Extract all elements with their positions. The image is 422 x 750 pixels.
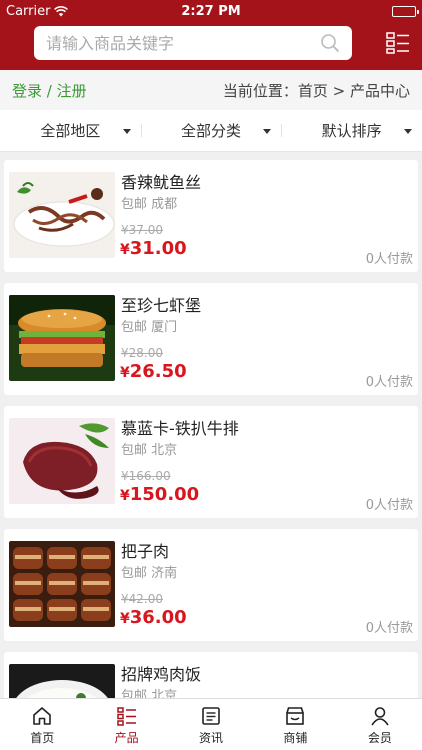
shop-icon — [286, 707, 305, 725]
product-card[interactable]: 至珍七虾堡 包邮 厦门 ¥28.00 ¥26.50 0人付款 — [4, 283, 418, 395]
tab-member[interactable]: 会员 — [338, 699, 422, 750]
status-bar: Carrier 2:27 PM — [0, 0, 422, 22]
original-price: ¥42.00 — [121, 592, 163, 606]
caret-down-icon — [122, 128, 131, 134]
breadcrumb: 登录 / 注册 当前位置：首页 > 产品中心 — [0, 70, 422, 110]
search-icon[interactable] — [320, 33, 340, 53]
original-price: ¥28.00 — [121, 346, 163, 360]
header: Carrier 2:27 PM — [0, 0, 422, 70]
status-time: 2:27 PM — [181, 3, 241, 19]
filter-bar: 全部地区 全部分类 默认排序 — [0, 110, 422, 152]
bottom-tab-bar: 首页 产品 资讯 商铺 会员 — [0, 698, 422, 750]
paid-count: 0人付款 — [365, 375, 413, 390]
current-location: 当前位置：首页 > 产品中心 — [222, 81, 410, 100]
caret-down-icon — [404, 128, 413, 134]
current-price: ¥26.50 — [120, 361, 187, 382]
search-input[interactable] — [46, 33, 320, 53]
tab-products[interactable]: 产品 — [84, 699, 168, 750]
product-tags: 包邮 北京 — [121, 443, 178, 458]
product-image — [9, 295, 115, 381]
product-name[interactable]: 慕蓝卡-铁扒牛排 — [121, 415, 239, 439]
product-image — [9, 418, 115, 504]
battery-icon — [392, 5, 419, 17]
product-name[interactable]: 把子肉 — [121, 538, 169, 562]
current-price: ¥150.00 — [120, 484, 200, 505]
tab-news[interactable]: 资讯 — [169, 699, 253, 750]
paid-count: 0人付款 — [365, 621, 413, 636]
product-list-icon — [116, 707, 136, 726]
paid-count: 0人付款 — [365, 498, 413, 513]
filter-region[interactable]: 全部地区 — [0, 120, 141, 141]
current-price: ¥31.00 — [120, 238, 187, 259]
filter-category[interactable]: 全部分类 — [140, 120, 282, 141]
original-price: ¥37.00 — [121, 223, 163, 237]
news-icon — [202, 707, 220, 725]
tab-home[interactable]: 首页 — [0, 699, 84, 750]
category-menu-icon[interactable] — [386, 31, 410, 55]
product-name[interactable]: 香辣鱿鱼丝 — [121, 169, 201, 193]
product-image — [9, 541, 115, 627]
filter-sort[interactable]: 默认排序 — [281, 120, 422, 141]
member-icon — [371, 707, 389, 726]
product-card[interactable]: 把子肉 包邮 济南 ¥42.00 ¥36.00 0人付款 — [4, 529, 418, 641]
search-box[interactable] — [34, 26, 352, 60]
product-card[interactable]: 香辣鱿鱼丝 包邮 成都 ¥37.00 ¥31.00 0人付款 — [4, 160, 418, 272]
original-price: ¥166.00 — [121, 469, 171, 483]
product-image — [9, 172, 115, 258]
product-name[interactable]: 至珍七虾堡 — [121, 292, 201, 316]
product-card[interactable]: 慕蓝卡-铁扒牛排 包邮 北京 ¥166.00 ¥150.00 0人付款 — [4, 406, 418, 518]
product-tags: 包邮 成都 — [121, 197, 178, 212]
product-tags: 包邮 厦门 — [121, 320, 178, 335]
home-icon — [33, 707, 52, 725]
product-tags: 包邮 济南 — [121, 566, 178, 581]
product-name[interactable]: 招牌鸡肉饭 — [121, 661, 201, 685]
login-register-link[interactable]: 登录 / 注册 — [12, 80, 87, 101]
product-list: 香辣鱿鱼丝 包邮 成都 ¥37.00 ¥31.00 0人付款 至珍七虾堡 包邮 … — [0, 152, 422, 750]
paid-count: 0人付款 — [365, 252, 413, 267]
caret-down-icon — [263, 128, 272, 134]
tab-shop[interactable]: 商铺 — [253, 699, 337, 750]
current-price: ¥36.00 — [120, 607, 187, 628]
